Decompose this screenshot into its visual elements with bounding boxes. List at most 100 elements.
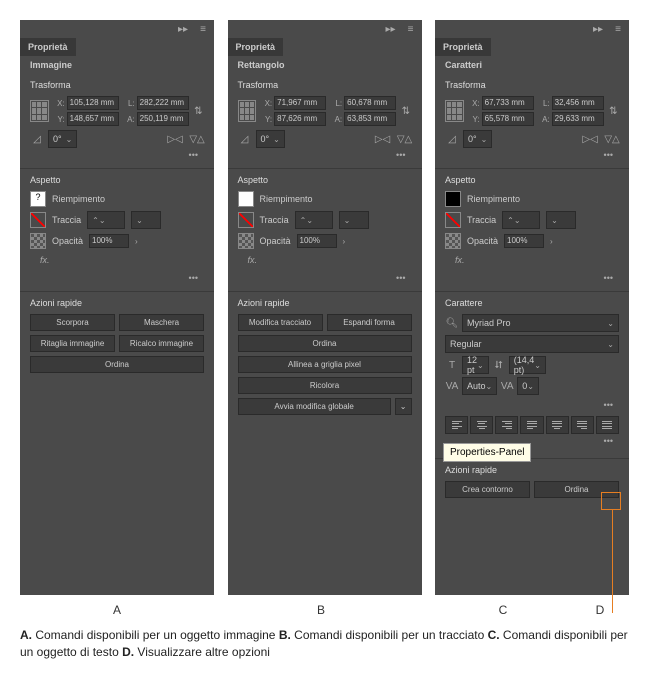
crop-button[interactable]: Ritaglia immagine — [30, 335, 115, 352]
fx-label[interactable]: fx. — [238, 253, 412, 271]
w-input[interactable]: 282,222 mm — [137, 96, 189, 110]
stroke-type[interactable]: ⌄ — [546, 211, 576, 229]
angle-select[interactable]: 0°⌄ — [463, 130, 492, 148]
opacity-input[interactable]: 100% — [297, 234, 337, 248]
opacity-more[interactable]: › — [343, 237, 346, 246]
justify-center-button[interactable] — [546, 416, 569, 434]
flip-v-icon[interactable]: ▽△ — [398, 132, 412, 146]
more-options-icon[interactable]: ••• — [445, 398, 619, 412]
collapse-icon[interactable]: ▸▸ — [384, 22, 398, 36]
menu-icon[interactable]: ≡ — [196, 22, 210, 36]
trace-button[interactable]: Ricalco immagine — [119, 335, 204, 352]
stroke-weight[interactable]: ⌃⌄ — [502, 211, 540, 229]
flip-h-icon[interactable]: ▷◁ — [376, 132, 390, 146]
w-input[interactable]: 60,678 mm — [344, 96, 396, 110]
label-d: D — [578, 603, 622, 617]
fill-swatch[interactable] — [30, 191, 46, 207]
fill-swatch[interactable] — [445, 191, 461, 207]
flip-h-icon[interactable]: ▷◁ — [168, 132, 182, 146]
stroke-swatch[interactable] — [238, 212, 254, 228]
more-options-icon[interactable]: ••• — [445, 271, 619, 285]
align-right-button[interactable] — [495, 416, 518, 434]
opacity-swatch[interactable] — [445, 233, 461, 249]
kerning-input[interactable]: Auto⌄ — [462, 377, 497, 395]
fx-label[interactable]: fx. — [30, 253, 204, 271]
create-outlines-button[interactable]: Crea contorno — [445, 481, 530, 498]
w-input[interactable]: 32,456 mm — [552, 96, 604, 110]
angle-select[interactable]: 0°⌄ — [48, 130, 77, 148]
tab-properties[interactable]: Proprietà — [228, 38, 284, 56]
opacity-swatch[interactable] — [30, 233, 46, 249]
mask-button[interactable]: Maschera — [119, 314, 204, 331]
stroke-weight[interactable]: ⌃⌄ — [295, 211, 333, 229]
link-icon[interactable]: ⇅ — [608, 104, 619, 118]
font-select[interactable]: Myriad Pro⌄ — [462, 314, 619, 332]
link-icon[interactable]: ⇅ — [193, 104, 204, 118]
justify-all-button[interactable] — [596, 416, 619, 434]
arrange-button[interactable]: Ordina — [30, 356, 204, 373]
stroke-type[interactable]: ⌄ — [339, 211, 369, 229]
menu-icon[interactable]: ≡ — [404, 22, 418, 36]
arrange-button[interactable]: Ordina — [238, 335, 412, 352]
align-center-button[interactable] — [470, 416, 493, 434]
more-options-icon[interactable]: ••• — [30, 271, 204, 285]
y-input[interactable]: 87,626 mm — [274, 112, 326, 126]
reference-point[interactable] — [30, 100, 49, 122]
angle-icon: ◿ — [30, 132, 44, 146]
collapse-icon[interactable]: ▸▸ — [591, 22, 605, 36]
global-edit-dropdown[interactable]: ⌄ — [395, 398, 412, 415]
h-input[interactable]: 250,119 mm — [137, 112, 189, 126]
global-edit-button[interactable]: Avvia modifica globale — [238, 398, 391, 415]
more-options-icon[interactable]: ••• — [238, 271, 412, 285]
collapse-icon[interactable]: ▸▸ — [176, 22, 190, 36]
opacity-input[interactable]: 100% — [89, 234, 129, 248]
fill-swatch[interactable] — [238, 191, 254, 207]
flip-v-icon[interactable]: ▽△ — [190, 132, 204, 146]
tab-properties[interactable]: Proprietà — [20, 38, 76, 56]
reference-point[interactable] — [238, 100, 257, 122]
opacity-input[interactable]: 100% — [504, 234, 544, 248]
search-icon[interactable]: 🔍︎ — [445, 316, 459, 330]
stroke-type[interactable]: ⌄ — [131, 211, 161, 229]
unembed-button[interactable]: Scorpora — [30, 314, 115, 331]
edit-path-button[interactable]: Modifica tracciato — [238, 314, 323, 331]
angle-select[interactable]: 0°⌄ — [256, 130, 285, 148]
justify-left-button[interactable] — [520, 416, 543, 434]
style-select[interactable]: Regular⌄ — [445, 335, 619, 353]
flip-v-icon[interactable]: ▽△ — [605, 132, 619, 146]
h-input[interactable]: 29,633 mm — [552, 112, 604, 126]
stroke-weight[interactable]: ⌃⌄ — [87, 211, 125, 229]
leading-input[interactable]: (14,4 pt)⌄ — [509, 356, 546, 374]
tracking-input[interactable]: 0⌄ — [517, 377, 539, 395]
x-input[interactable]: 71,967 mm — [274, 96, 326, 110]
fill-label: Riempimento — [52, 194, 105, 204]
align-left-button[interactable] — [445, 416, 468, 434]
more-options-icon[interactable]: ••• — [445, 148, 619, 162]
y-input[interactable]: 65,578 mm — [482, 112, 534, 126]
h-input[interactable]: 63,853 mm — [344, 112, 396, 126]
size-input[interactable]: 12 pt⌄ — [462, 356, 489, 374]
more-options-icon[interactable]: ••• — [238, 148, 412, 162]
fx-label[interactable]: fx. — [445, 253, 619, 271]
tooltip: Properties-Panel — [443, 443, 531, 462]
leading-icon: ⮃ — [492, 358, 506, 372]
opacity-swatch[interactable] — [238, 233, 254, 249]
link-icon[interactable]: ⇅ — [400, 104, 411, 118]
align-pixel-button[interactable]: Allinea a griglia pixel — [238, 356, 412, 373]
expand-shape-button[interactable]: Espandi forma — [327, 314, 412, 331]
justify-right-button[interactable] — [571, 416, 594, 434]
menu-icon[interactable]: ≡ — [611, 22, 625, 36]
opacity-more[interactable]: › — [550, 237, 553, 246]
stroke-swatch[interactable] — [30, 212, 46, 228]
more-options-icon[interactable]: ••• — [30, 148, 204, 162]
y-input[interactable]: 148,657 mm — [67, 112, 119, 126]
flip-h-icon[interactable]: ▷◁ — [583, 132, 597, 146]
x-input[interactable]: 105,128 mm — [67, 96, 119, 110]
x-input[interactable]: 67,733 mm — [482, 96, 534, 110]
stroke-swatch[interactable] — [445, 212, 461, 228]
tab-properties[interactable]: Proprietà — [435, 38, 491, 56]
stroke-label: Traccia — [260, 215, 289, 225]
opacity-more[interactable]: › — [135, 237, 138, 246]
recolor-button[interactable]: Ricolora — [238, 377, 412, 394]
reference-point[interactable] — [445, 100, 464, 122]
